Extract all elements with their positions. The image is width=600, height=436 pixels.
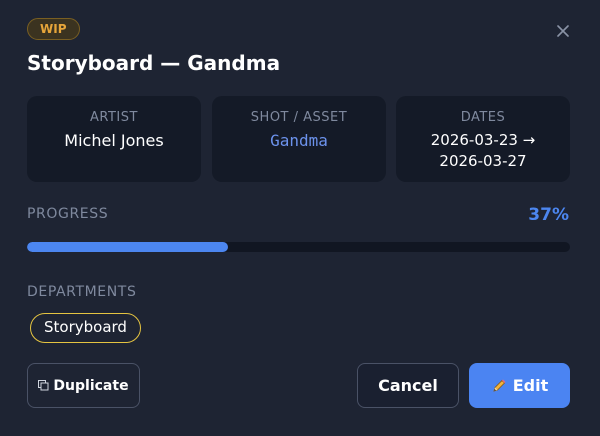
dates-value: 2026-03-23 → 2026-03-27 xyxy=(396,130,570,172)
artist-label: ARTIST xyxy=(90,110,138,125)
pencil-icon xyxy=(491,378,507,394)
duplicate-button[interactable]: Duplicate xyxy=(27,363,140,408)
shot-asset-value: Gandma xyxy=(270,131,328,150)
duplicate-button-label: Duplicate xyxy=(53,377,129,394)
page-title: Storyboard — Gandma xyxy=(27,51,281,75)
progress-percent: 37% xyxy=(528,205,569,225)
edit-button-label: Edit xyxy=(512,376,549,395)
artist-value: Michel Jones xyxy=(64,131,164,150)
progress-bar xyxy=(27,242,570,252)
department-chip: Storyboard xyxy=(30,313,141,343)
shot-asset-card: SHOT / ASSET Gandma xyxy=(212,96,386,182)
close-icon xyxy=(557,22,569,41)
cancel-button-label: Cancel xyxy=(378,376,438,395)
cancel-button[interactable]: Cancel xyxy=(357,363,459,408)
dates-label: DATES xyxy=(460,110,506,125)
status-badge: WIP xyxy=(27,18,80,40)
departments-label: DEPARTMENTS xyxy=(27,284,137,300)
artist-card: ARTIST Michel Jones xyxy=(27,96,201,182)
duplicate-icon xyxy=(38,380,49,391)
date-start: 2026-03-23 → xyxy=(430,131,536,149)
edit-button[interactable]: Edit xyxy=(469,363,570,408)
shot-asset-label: SHOT / ASSET xyxy=(250,110,348,125)
status-badge-label: WIP xyxy=(40,21,67,36)
close-button[interactable] xyxy=(552,20,574,42)
dates-card: DATES 2026-03-23 → 2026-03-27 xyxy=(396,96,570,182)
progress-fill xyxy=(27,242,228,252)
date-end: 2026-03-27 xyxy=(439,152,527,170)
progress-label: PROGRESS xyxy=(27,206,109,222)
